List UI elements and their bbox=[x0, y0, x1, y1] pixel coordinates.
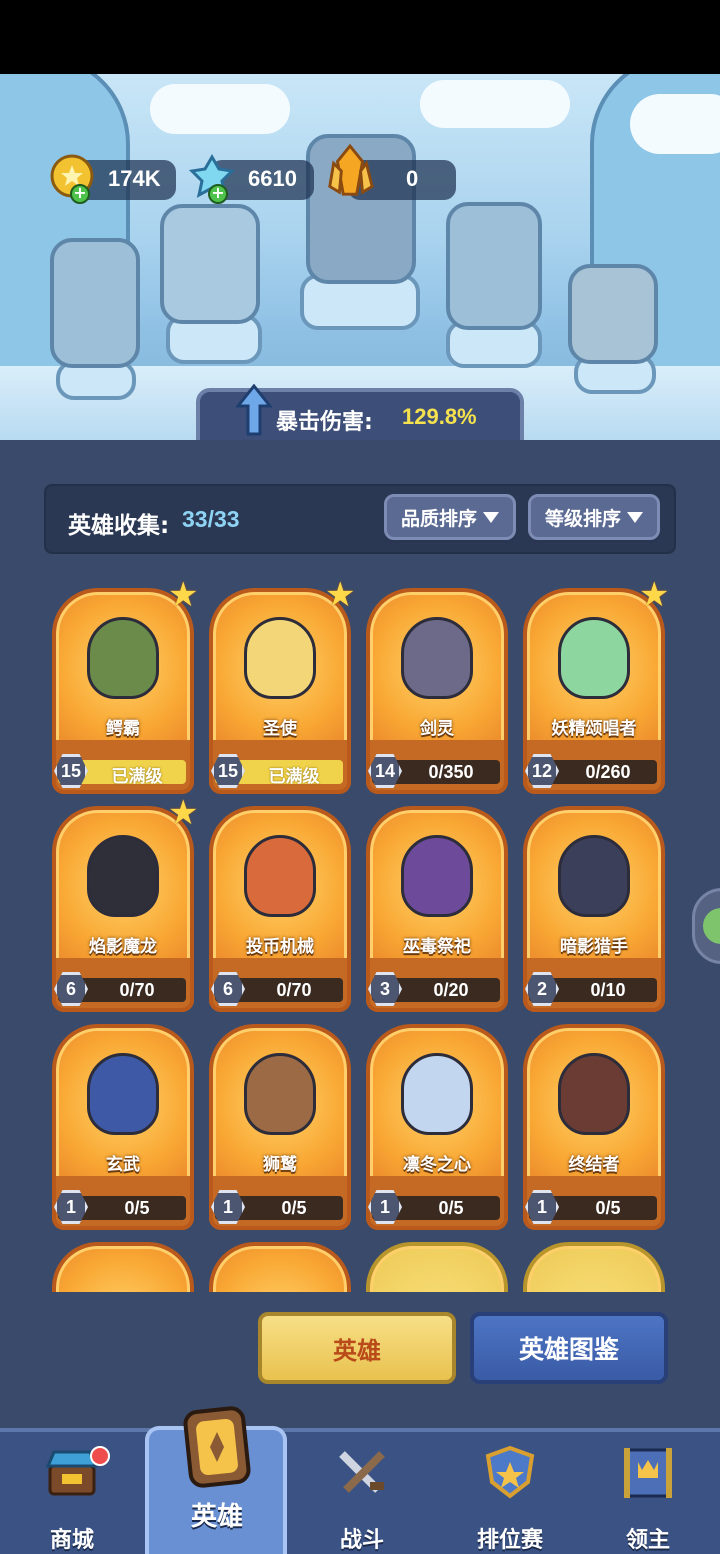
hero-progress: 0/260 bbox=[585, 762, 631, 782]
hero-card-icon bbox=[177, 1404, 257, 1490]
hero-portrait bbox=[553, 828, 635, 924]
card-frame bbox=[52, 1242, 194, 1292]
crit-damage-value: 129.8% bbox=[402, 404, 477, 429]
star-icon: ★ bbox=[168, 576, 199, 615]
hero-card[interactable]: 妖精颂唱者 0/260 12 ★ bbox=[523, 578, 669, 794]
hero-name: 妖精颂唱者 bbox=[551, 719, 637, 739]
crystals-value: 0 bbox=[406, 166, 419, 191]
crossed-swords-icon bbox=[332, 1444, 392, 1500]
hero-card[interactable]: 圣使 已满级 15 ★ bbox=[209, 578, 355, 794]
hero-card[interactable]: 投币机械 0/70 6 bbox=[209, 806, 351, 1012]
hero-portrait bbox=[553, 610, 635, 706]
hero-progress: 已满级 bbox=[111, 767, 163, 787]
lord-banner-icon bbox=[618, 1444, 678, 1500]
nav-lord[interactable]: 领主 bbox=[576, 1436, 720, 1554]
hero-name: 投币机械 bbox=[246, 937, 314, 957]
hero-card[interactable]: 凛冬之心 0/5 1 bbox=[366, 1024, 508, 1230]
chevron-down-icon bbox=[627, 511, 643, 523]
hero-progress: 0/5 bbox=[438, 1198, 464, 1218]
hero-portrait bbox=[239, 828, 321, 924]
hero-card[interactable]: 暗影猎手 0/10 2 bbox=[523, 806, 665, 1012]
hero-name: 巫毒祭祀 bbox=[403, 937, 471, 957]
up-arrow-icon bbox=[236, 384, 272, 436]
hero-card-partial[interactable] bbox=[366, 1242, 508, 1292]
add-gold-icon[interactable]: + bbox=[70, 184, 90, 204]
hero-name: 剑灵 bbox=[420, 719, 454, 739]
nav-ranked[interactable]: 排位赛 bbox=[438, 1436, 582, 1554]
status-bar bbox=[0, 0, 720, 74]
hero-card-partial[interactable] bbox=[52, 1242, 194, 1292]
card-frame bbox=[209, 1242, 351, 1292]
hero-portrait bbox=[82, 610, 164, 706]
hero-card-partial[interactable] bbox=[209, 1242, 351, 1292]
hero-name: 焰影魔龙 bbox=[89, 937, 157, 957]
hero-name: 暗影猎手 bbox=[560, 937, 628, 957]
collection-label: 英雄收集: bbox=[68, 513, 170, 539]
hero-progress: 0/350 bbox=[428, 762, 474, 782]
hero-portrait bbox=[239, 610, 321, 706]
hero-portrait bbox=[396, 610, 478, 706]
hero-tab-button[interactable]: 英雄 bbox=[258, 1312, 456, 1384]
hero-portrait bbox=[396, 828, 478, 924]
hero-progress: 0/10 bbox=[590, 980, 626, 1000]
hero-progress: 0/5 bbox=[595, 1198, 621, 1218]
nav-lord-label: 领主 bbox=[625, 1528, 670, 1553]
hero-portrait bbox=[396, 1046, 478, 1142]
orange-crystal-icon[interactable] bbox=[324, 143, 376, 198]
hero-progress: 已满级 bbox=[268, 767, 320, 787]
star-icon: ★ bbox=[639, 576, 670, 615]
hero-card[interactable]: 玄武 0/5 1 bbox=[52, 1024, 194, 1230]
hero-progress: 0/20 bbox=[433, 980, 469, 1000]
hero-card[interactable]: 剑灵 0/350 14 bbox=[366, 588, 508, 794]
hero-portrait bbox=[82, 1046, 164, 1142]
nav-ranked-label: 排位赛 bbox=[476, 1528, 543, 1553]
hero-card[interactable]: 焰影魔龙 0/70 6 ★ bbox=[52, 796, 198, 1012]
nav-shop[interactable]: 商城 bbox=[0, 1436, 144, 1554]
card-frame bbox=[523, 1242, 665, 1292]
star-icon: ★ bbox=[325, 576, 356, 615]
level-sort-label: 等级排序 bbox=[544, 507, 621, 530]
hero-progress: 0/5 bbox=[281, 1198, 307, 1218]
hero-codex-button[interactable]: 英雄图鉴 bbox=[470, 1312, 668, 1384]
card-frame bbox=[366, 1242, 508, 1292]
hero-progress: 0/70 bbox=[276, 980, 312, 1000]
ranked-shield-icon bbox=[480, 1444, 540, 1500]
hero-portrait bbox=[239, 1046, 321, 1142]
hero-name: 玄武 bbox=[106, 1155, 140, 1175]
gold-value: 174K bbox=[108, 166, 161, 191]
hero-card[interactable]: 巫毒祭祀 0/20 3 bbox=[366, 806, 508, 1012]
hero-grid: 鳄霸 已满级 15 ★ 圣使 已满级 15 ★ 剑灵 0/350 14 妖精颂唱者 0/260 12 ★ 焰影… bbox=[0, 576, 720, 1292]
hero-progress: 0/70 bbox=[119, 980, 155, 1000]
collection-count: 33/33 bbox=[182, 506, 240, 532]
quality-sort-label: 品质排序 bbox=[400, 507, 477, 530]
nav-shop-label: 商城 bbox=[49, 1528, 94, 1553]
hero-card[interactable]: 鳄霸 已满级 15 ★ bbox=[52, 578, 198, 794]
nav-battle-label: 战斗 bbox=[339, 1528, 384, 1553]
nav-hero-label: 英雄 bbox=[190, 1502, 243, 1532]
add-gems-icon[interactable]: + bbox=[208, 184, 228, 204]
level-sort-button[interactable]: 等级排序 bbox=[528, 494, 660, 540]
hero-portrait bbox=[553, 1046, 635, 1142]
hero-name: 狮鹫 bbox=[263, 1155, 297, 1175]
hero-card[interactable]: 狮鹫 0/5 1 bbox=[209, 1024, 351, 1230]
nav-battle[interactable]: 战斗 bbox=[290, 1436, 434, 1554]
nav-hero[interactable]: 英雄 bbox=[145, 1396, 289, 1532]
hero-portrait bbox=[82, 828, 164, 924]
chevron-down-icon bbox=[483, 511, 499, 523]
hero-name: 凛冬之心 bbox=[403, 1155, 471, 1175]
hero-card-partial[interactable] bbox=[523, 1242, 665, 1292]
hero-progress: 0/5 bbox=[124, 1198, 150, 1218]
quality-sort-button[interactable]: 品质排序 bbox=[384, 494, 516, 540]
hero-card[interactable]: 终结者 0/5 1 bbox=[523, 1024, 665, 1230]
gems-value: 6610 bbox=[248, 166, 297, 191]
crit-damage-label: 暴击伤害: bbox=[276, 410, 373, 435]
star-icon: ★ bbox=[168, 793, 199, 833]
hero-name: 鳄霸 bbox=[106, 719, 140, 739]
notification-dot bbox=[90, 1446, 110, 1466]
hero-name: 终结者 bbox=[568, 1155, 620, 1175]
hero-name: 圣使 bbox=[263, 719, 297, 739]
